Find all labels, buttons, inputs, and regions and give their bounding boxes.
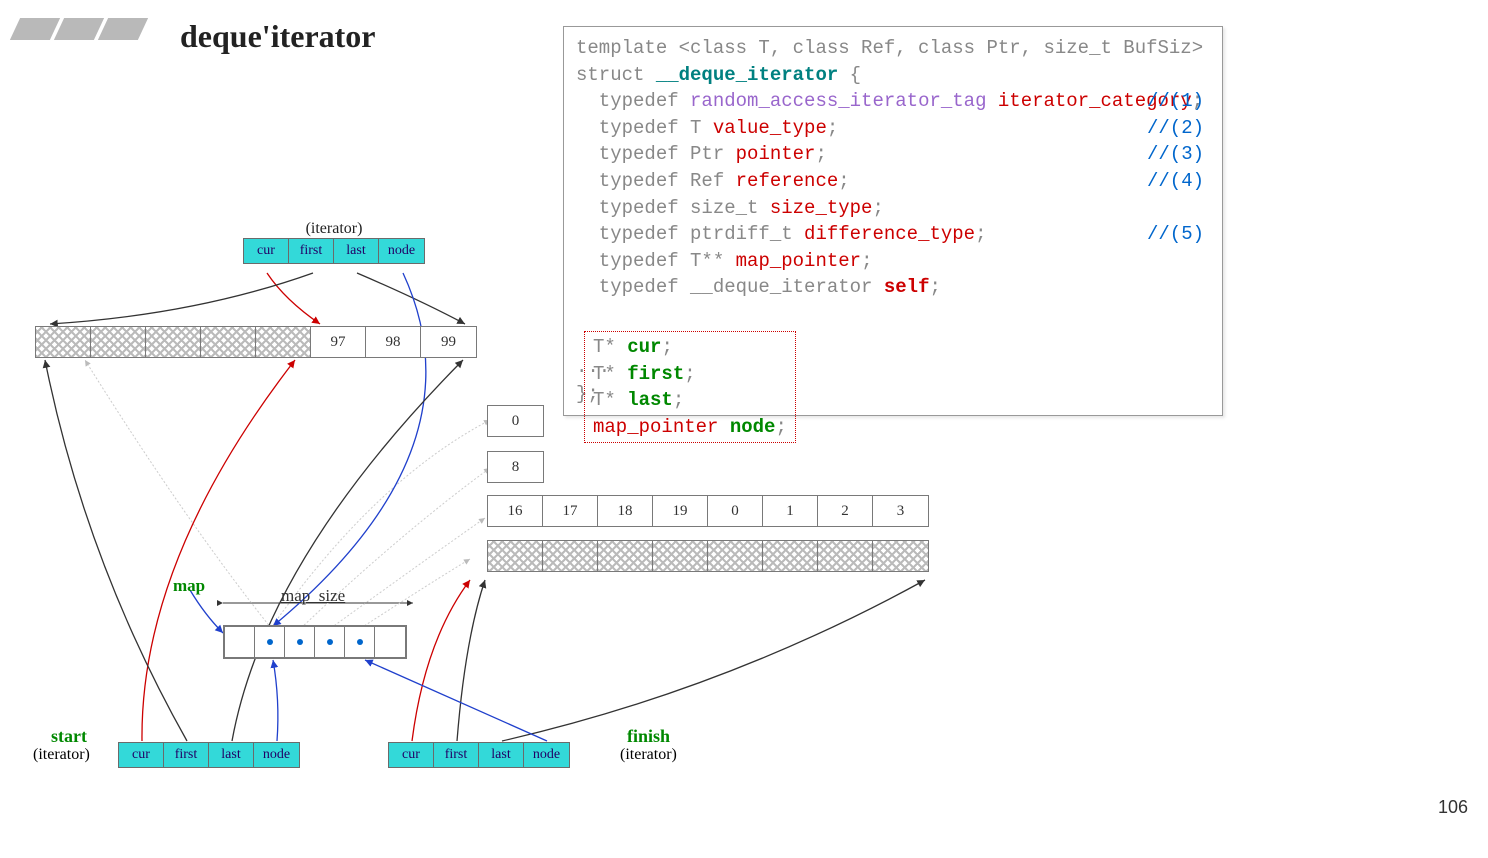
finish-label: finish [627,726,670,747]
page-number: 106 [1438,797,1468,818]
buffer-2-row: 16 17 18 19 0 1 2 3 [487,495,929,527]
start-label: start [51,726,87,747]
map-size-label: map_size [281,586,345,606]
comment-4: //(4) [1147,168,1204,195]
code-template-line: template <class T, class Ref, class Ptr,… [576,37,1203,59]
buffer-1: 97 98 99 [35,326,477,358]
comment-3: //(3) [1147,141,1204,168]
iterator-label: (iterator) [243,220,425,238]
page-title: deque'iterator [180,18,376,55]
iter-field-first: first [289,239,334,263]
struct-name: __deque_iterator [656,64,838,86]
comment-5: //(5) [1147,221,1204,248]
iter-field-cur: cur [244,239,289,263]
deque-diagram: (iterator) cur first last node 97 98 99 … [25,220,935,780]
start-sublabel: (iterator) [33,746,90,764]
map-label: map [173,576,205,596]
finish-iterator: cur first last node [388,742,570,768]
comment-2: //(2) [1147,115,1204,142]
finish-sublabel: (iterator) [620,746,677,764]
iter-field-last: last [334,239,379,263]
buffer-2-column: 0 8 [487,405,544,483]
top-iterator: (iterator) cur first last node [243,220,425,264]
comment-1: //(1) [1147,88,1204,115]
header-decor-bars [15,18,143,40]
iter-field-node: node [379,239,424,263]
map-array [223,625,407,659]
buffer-3 [487,540,929,572]
start-iterator: cur first last node [118,742,300,768]
